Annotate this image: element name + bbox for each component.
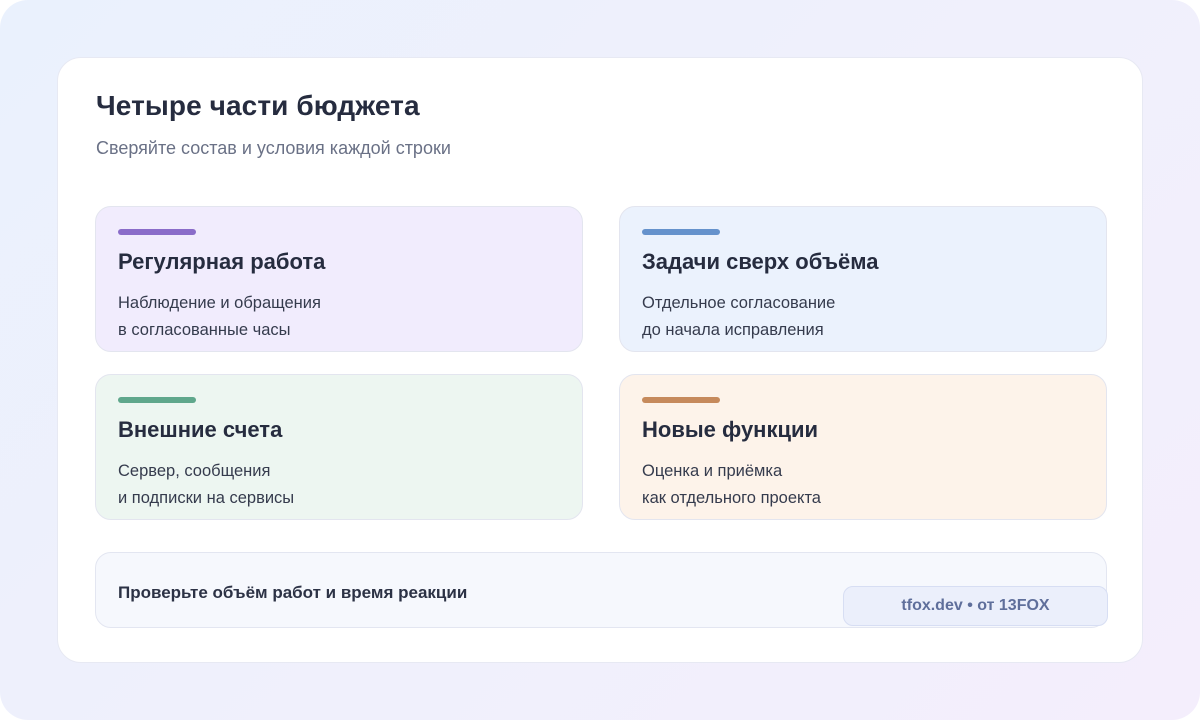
card-description-line: Сервер, сообщения xyxy=(118,462,271,480)
card-description: Сервер, сообщения и подписки на сервисы xyxy=(118,458,294,512)
footer-note: Проверьте объём работ и время реакции xyxy=(118,583,468,602)
card-title: Внешние счета xyxy=(118,417,283,442)
card-title: Новые функции xyxy=(642,417,819,442)
card-description-line: Отдельное согласование xyxy=(642,294,836,312)
page-title: Четыре части бюджета xyxy=(96,90,420,121)
card-description-line: и подписки на сервисы xyxy=(118,489,295,507)
card-description-line: Оценка и приёмка xyxy=(642,462,783,480)
card-external-bills: Внешние счета Сервер, сообщения и подпис… xyxy=(95,374,583,520)
card-accent-bar xyxy=(118,397,196,403)
card-new-features: Новые функции Оценка и приёмка как отдел… xyxy=(619,374,1107,520)
card-description: Отдельное согласование до начала исправл… xyxy=(642,290,835,344)
card-description: Наблюдение и обращения в согласованные ч… xyxy=(118,290,321,344)
budget-panel: Четыре части бюджета Сверяйте состав и у… xyxy=(57,57,1143,663)
footer-note-box: Проверьте объём работ и время реакции tf… xyxy=(95,552,1108,628)
card-title: Регулярная работа xyxy=(118,249,326,274)
page-subtitle: Сверяйте состав и условия каждой строки xyxy=(96,138,451,158)
card-description-line: Наблюдение и обращения xyxy=(118,294,321,312)
card-description-line: как отдельного проекта xyxy=(642,489,821,507)
card-accent-bar xyxy=(642,397,720,403)
card-description: Оценка и приёмка как отдельного проекта xyxy=(642,458,821,512)
card-extra-tasks: Задачи сверх объёма Отдельное согласован… xyxy=(619,206,1107,352)
card-title: Задачи сверх объёма xyxy=(642,249,879,274)
card-accent-bar xyxy=(642,229,720,235)
card-regular-work: Регулярная работа Наблюдение и обращения… xyxy=(95,206,583,352)
brand-badge[interactable]: tfox.dev • от 13FOX xyxy=(843,586,1108,626)
card-description-line: до начала исправления xyxy=(642,321,824,339)
card-accent-bar xyxy=(118,229,196,235)
page-background: Четыре части бюджета Сверяйте состав и у… xyxy=(0,0,1200,720)
card-description-line: в согласованные часы xyxy=(118,321,291,339)
